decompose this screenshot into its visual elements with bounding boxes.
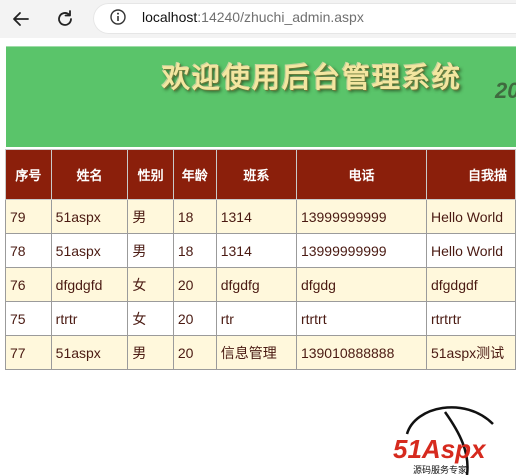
table-row: 77 51aspx 男 20 信息管理 139010888888 51aspx测… <box>5 335 516 370</box>
table-header-row: 序号 姓名 性别 年龄 班系 电话 自我描 <box>5 149 516 200</box>
url-text[interactable]: localhost:14240/zhuchi_admin.aspx <box>142 9 364 25</box>
back-button[interactable] <box>8 6 34 32</box>
cell-age: 18 <box>172 199 217 234</box>
cell-class: 1314 <box>215 199 297 234</box>
banner-title: 欢迎使用后台管理系统 <box>162 61 463 94</box>
cell-self-intro: rtrtrtr <box>425 301 516 336</box>
cell-age: 20 <box>172 335 217 370</box>
cell-class: 1314 <box>215 233 297 268</box>
cell-gender: 男 <box>127 199 174 234</box>
cell-id: 76 <box>5 267 52 302</box>
cell-self-intro: 51aspx测试 <box>425 335 516 370</box>
cell-age: 18 <box>172 233 217 268</box>
column-header-phone: 电话 <box>295 149 427 200</box>
table-row: 79 51aspx 男 18 1314 13999999999 Hello Wo… <box>5 199 516 234</box>
url-host: localhost <box>142 9 198 25</box>
banner-year-fragment: 20 <box>495 78 516 103</box>
column-header-name: 姓名 <box>50 149 129 200</box>
cell-class: 信息管理 <box>215 335 297 370</box>
cell-name: 51aspx <box>50 335 129 370</box>
table-row: 75 rtrtr 女 20 rtr rtrtrt rtrtrtr <box>5 301 516 336</box>
browser-toolbar: localhost:14240/zhuchi_admin.aspx <box>0 0 516 38</box>
column-header-self-intro: 自我描 <box>425 149 516 200</box>
cell-age: 20 <box>172 301 217 336</box>
51aspx-logo: 51Aspx 源码服务专家 <box>393 406 494 475</box>
info-icon[interactable] <box>110 9 126 25</box>
cell-phone: 139010888888 <box>295 335 427 370</box>
cell-phone: dfgdg <box>295 267 427 302</box>
url-path: :14240/zhuchi_admin.aspx <box>197 9 364 25</box>
cell-phone: rtrtrt <box>295 301 427 336</box>
back-arrow-icon <box>13 12 29 26</box>
table-row: 78 51aspx 男 18 1314 13999999999 Hello Wo… <box>5 233 516 268</box>
cell-self-intro: Hello World <box>425 199 516 234</box>
cell-id: 77 <box>5 335 52 370</box>
logo-text: 51Aspx <box>393 434 487 464</box>
cell-id: 78 <box>5 233 52 268</box>
student-table: 序号 姓名 性别 年龄 班系 电话 自我描 79 51aspx 男 18 131… <box>5 149 516 370</box>
reload-icon <box>58 10 72 26</box>
column-header-age: 年龄 <box>172 149 217 200</box>
cell-name: 51aspx <box>50 199 129 234</box>
cell-phone: 13999999999 <box>295 199 427 234</box>
cell-class: rtr <box>215 301 297 336</box>
cell-id: 75 <box>5 301 52 336</box>
cell-age: 20 <box>172 267 217 302</box>
table-row: 76 dfgdgfd 女 20 dfgdfg dfgdg dfgdgdf <box>5 267 516 302</box>
reload-button[interactable] <box>52 6 78 32</box>
cell-name: rtrtr <box>50 301 129 336</box>
cell-gender: 女 <box>127 301 174 336</box>
cell-class: dfgdfg <box>215 267 297 302</box>
cell-self-intro: Hello World <box>425 233 516 268</box>
cell-self-intro: dfgdgdf <box>425 267 516 302</box>
cell-name: dfgdgfd <box>50 267 129 302</box>
column-header-id: 序号 <box>5 149 52 200</box>
cell-gender: 男 <box>127 335 174 370</box>
column-header-class: 班系 <box>215 149 297 200</box>
cell-name: 51aspx <box>50 233 129 268</box>
cell-gender: 女 <box>127 267 174 302</box>
cell-id: 79 <box>5 199 52 234</box>
column-header-gender: 性别 <box>127 149 174 200</box>
logo-subtext: 源码服务专家 <box>413 464 467 475</box>
cell-gender: 男 <box>127 233 174 268</box>
cell-phone: 13999999999 <box>295 233 427 268</box>
